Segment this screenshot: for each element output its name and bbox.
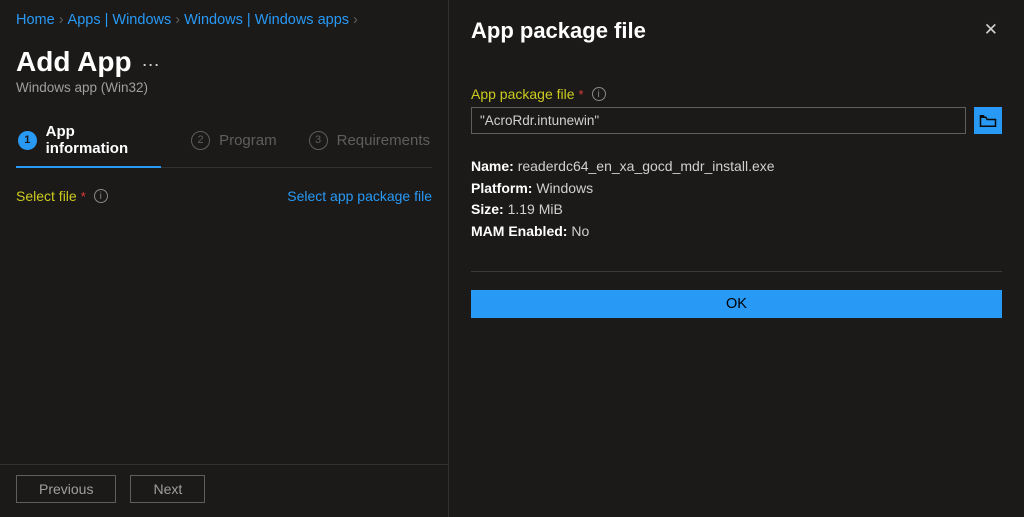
step-number-icon: 2	[191, 131, 210, 150]
panel-title: App package file	[471, 18, 646, 44]
meta-size: Size: 1.19 MiB	[471, 199, 1002, 221]
app-package-file-panel: App package file ✕ App package file * i …	[448, 0, 1024, 517]
breadcrumb-windows-apps[interactable]: Windows | Windows apps	[184, 12, 349, 28]
file-picker-row	[471, 107, 1002, 134]
required-asterisk-icon: *	[81, 189, 86, 204]
page-title: Add App	[16, 46, 132, 78]
chevron-right-icon: ›	[353, 12, 358, 28]
panel-divider	[471, 271, 1002, 272]
select-file-row: Select file * i Select app package file	[16, 188, 432, 204]
meta-name-label: Name:	[471, 158, 514, 174]
tab-label: Program	[219, 132, 277, 149]
close-icon[interactable]: ✕	[980, 18, 1002, 42]
footer-bar: Previous Next	[0, 464, 448, 517]
meta-mam-label: MAM Enabled:	[471, 223, 567, 239]
info-icon[interactable]: i	[592, 87, 606, 101]
breadcrumb-apps-windows[interactable]: Apps | Windows	[68, 12, 172, 28]
tab-app-information[interactable]: 1 App information	[16, 123, 161, 167]
breadcrumb: Home › Apps | Windows › Windows | Window…	[16, 12, 432, 28]
tab-requirements[interactable]: 3 Requirements	[307, 123, 432, 167]
step-number-icon: 3	[309, 131, 328, 150]
browse-file-button[interactable]	[974, 107, 1002, 134]
meta-mam-value: No	[571, 223, 589, 239]
page-subtitle: Windows app (Win32)	[16, 80, 432, 95]
page-heading: Add App ⋯	[16, 46, 432, 78]
chevron-right-icon: ›	[59, 12, 64, 28]
folder-open-icon	[979, 114, 997, 128]
breadcrumb-home[interactable]: Home	[16, 12, 55, 28]
wizard-tabs: 1 App information 2 Program 3 Requiremen…	[16, 123, 432, 168]
meta-mam: MAM Enabled: No	[471, 221, 1002, 243]
more-icon[interactable]: ⋯	[142, 55, 160, 76]
meta-name-value: readerdc64_en_xa_gocd_mdr_install.exe	[518, 158, 775, 174]
ok-button[interactable]: OK	[471, 290, 1002, 318]
tab-program[interactable]: 2 Program	[189, 123, 279, 167]
meta-platform-label: Platform:	[471, 180, 532, 196]
tab-label: Requirements	[337, 132, 430, 149]
info-icon[interactable]: i	[94, 189, 108, 203]
select-file-label: Select file * i	[16, 188, 108, 204]
step-number-icon: 1	[18, 131, 37, 150]
meta-size-value: 1.19 MiB	[508, 201, 563, 217]
previous-button[interactable]: Previous	[16, 475, 116, 503]
meta-platform: Platform: Windows	[471, 178, 1002, 200]
app-package-file-field-label: App package file * i	[471, 86, 1002, 102]
meta-size-label: Size:	[471, 201, 504, 217]
app-package-file-input[interactable]	[471, 107, 966, 134]
panel-header: App package file ✕	[471, 18, 1002, 44]
package-meta-block: Name: readerdc64_en_xa_gocd_mdr_install.…	[471, 156, 1002, 243]
select-app-package-file-link[interactable]: Select app package file	[287, 188, 432, 204]
chevron-right-icon: ›	[175, 12, 180, 28]
tab-label: App information	[46, 123, 159, 157]
next-button[interactable]: Next	[130, 475, 205, 503]
select-file-label-text: Select file	[16, 188, 77, 204]
field-label-text: App package file	[471, 86, 575, 102]
required-asterisk-icon: *	[579, 87, 584, 102]
meta-name: Name: readerdc64_en_xa_gocd_mdr_install.…	[471, 156, 1002, 178]
left-pane: Home › Apps | Windows › Windows | Window…	[0, 0, 448, 517]
meta-platform-value: Windows	[536, 180, 593, 196]
